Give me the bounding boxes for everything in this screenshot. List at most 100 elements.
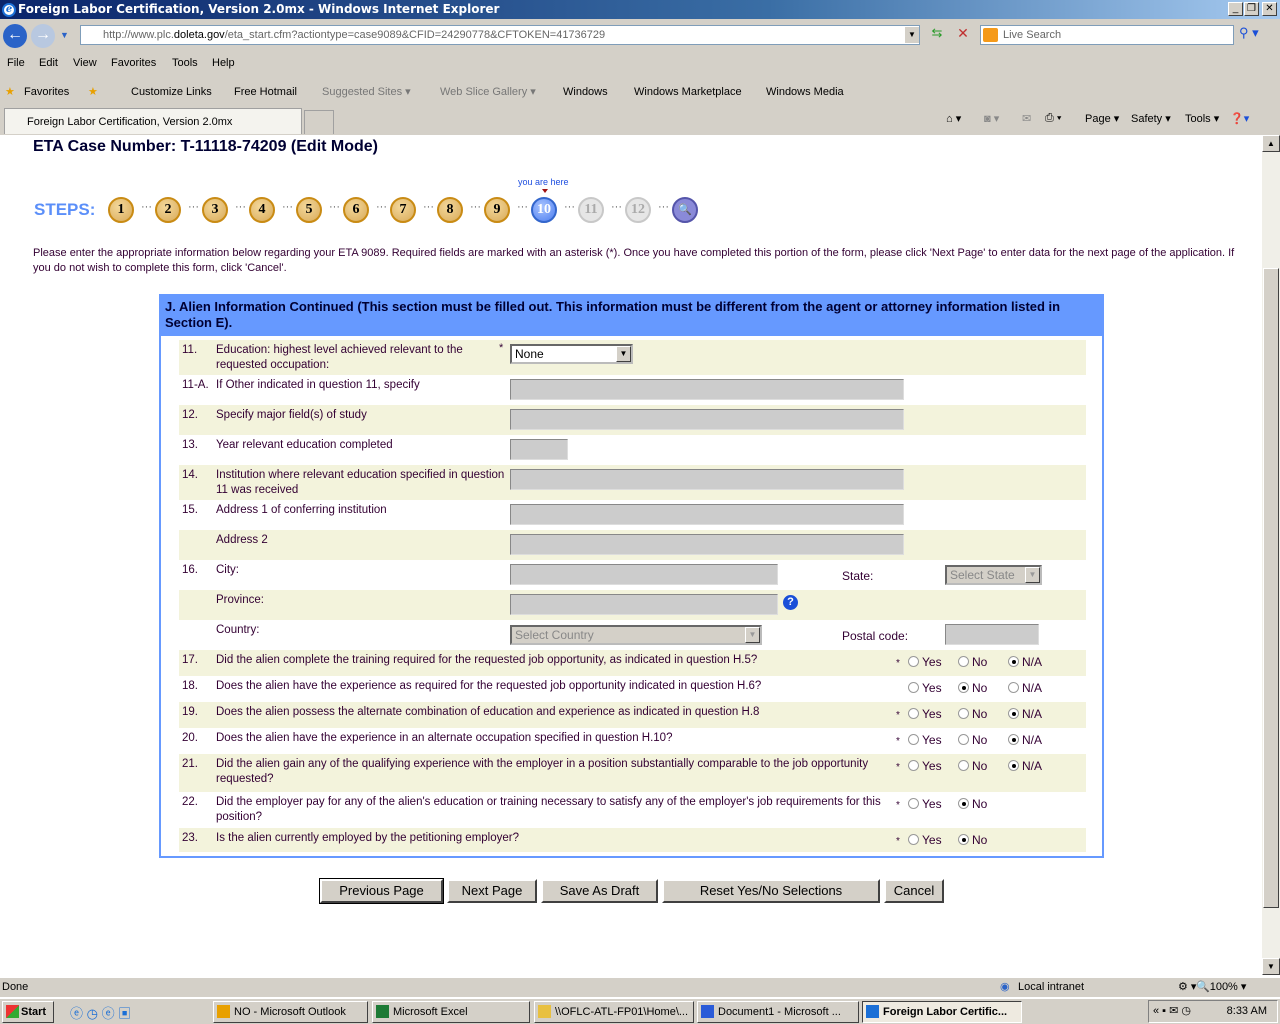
radio-no[interactable]: No [958,655,1008,669]
quick-launch-icons[interactable]: ⓔ ◷ ⓔ ▣ [70,1003,131,1022]
radio-button[interactable] [958,798,969,809]
address-2-input[interactable] [510,534,904,555]
link-windows-marketplace[interactable]: Windows Marketplace [634,85,742,99]
radio-yes[interactable]: Yes [908,655,958,669]
radio-no[interactable]: No [958,797,1008,811]
step-7[interactable]: 7 [390,197,416,223]
state-select[interactable]: Select State ▼ [945,565,1042,585]
tools-menu[interactable]: Tools ▾ [1185,112,1219,125]
feeds-icon[interactable]: ◙ ▾ [984,112,999,125]
radio-button[interactable] [908,682,919,693]
radio-button[interactable] [908,798,919,809]
search-button[interactable]: ⚲ ▾ [1239,25,1273,45]
if-other-indicated-input[interactable] [510,379,904,400]
radio-button[interactable] [908,834,919,845]
step-9[interactable]: 9 [484,197,510,223]
year-input[interactable] [510,439,568,460]
tab-foreign-labor[interactable]: Foreign Labor Certification, Version 2.0… [4,108,302,134]
menu-file[interactable]: File [7,57,25,69]
city-input[interactable] [510,564,778,585]
taskbar-item[interactable]: Document1 - Microsoft ... [697,1001,859,1023]
scroll-down-arrow[interactable]: ▼ [1262,958,1280,975]
refresh-button[interactable]: ⇆ [927,25,947,45]
save-as-draft-button[interactable]: Save As Draft [541,879,658,903]
radio-yes[interactable]: Yes [908,733,958,747]
step-6[interactable]: 6 [343,197,369,223]
radio-button[interactable] [1008,734,1019,745]
reset-selections-button[interactable]: Reset Yes/No Selections [662,879,880,903]
new-tab-button[interactable] [304,110,334,134]
taskbar-item[interactable]: \\OFLC-ATL-FP01\Home\... [534,1001,694,1023]
radio-button[interactable] [908,760,919,771]
radio-yes[interactable]: Yes [908,707,958,721]
address-bar[interactable]: http://www.plc.doleta.gov/eta_start.cfm?… [80,25,920,45]
radio-button[interactable] [1008,656,1019,667]
radio-na[interactable]: N/A [1008,655,1048,669]
favorites-button[interactable]: Favorites [24,85,69,99]
forward-button[interactable]: → [31,24,55,48]
radio-button[interactable] [908,734,919,745]
help-icon[interactable]: ? [783,595,798,610]
radio-na[interactable]: N/A [1008,681,1048,695]
add-favorite-icon[interactable]: ★ [88,85,98,99]
country-select[interactable]: Select Country ▼ [510,625,762,645]
address-dropdown[interactable]: ▼ [905,27,919,43]
province-input[interactable] [510,594,778,615]
radio-no[interactable]: No [958,681,1008,695]
step-review-icon[interactable]: 🔍 [672,197,698,223]
previous-page-button[interactable]: Previous Page [319,878,444,904]
link-suggested-sites[interactable]: Suggested Sites ▾ [322,85,411,99]
help-icon[interactable]: ❓▾ [1230,112,1249,125]
home-icon[interactable]: ⌂ ▾ [946,112,961,125]
radio-button[interactable] [958,734,969,745]
step-1[interactable]: 1 [108,197,134,223]
step-3[interactable]: 3 [202,197,228,223]
radio-button[interactable] [1008,760,1019,771]
page-menu[interactable]: Page ▾ [1085,112,1119,125]
start-button[interactable]: Start [2,1001,54,1023]
chevron-down-icon[interactable]: ▼ [1025,567,1040,583]
link-windows[interactable]: Windows [563,85,608,99]
radio-yes[interactable]: Yes [908,797,958,811]
specify-major-fields-input[interactable] [510,409,904,430]
scroll-up-arrow[interactable]: ▲ [1262,135,1280,152]
menu-favorites[interactable]: Favorites [111,57,156,69]
radio-yes[interactable]: Yes [908,833,958,847]
chevron-down-icon[interactable]: ▼ [745,627,760,643]
education-select[interactable]: None ▼ [510,344,633,364]
cancel-button[interactable]: Cancel [884,879,944,903]
taskbar-item[interactable]: NO - Microsoft Outlook [213,1001,368,1023]
protected-mode-icon[interactable]: ⚙ ▾ [1178,978,1196,997]
link-windows-media[interactable]: Windows Media [766,85,844,99]
radio-button[interactable] [1008,708,1019,719]
history-dropdown[interactable]: ▼ [60,30,69,40]
radio-no[interactable]: No [958,833,1008,847]
next-page-button[interactable]: Next Page [447,879,537,903]
radio-button[interactable] [908,656,919,667]
safety-menu[interactable]: Safety ▾ [1131,112,1171,125]
menu-view[interactable]: View [73,57,97,69]
institution-where-relevant-input[interactable] [510,469,904,490]
radio-button[interactable] [1008,682,1019,693]
tray-icons[interactable]: « ▪ ✉ ◷ [1149,1005,1191,1017]
radio-button[interactable] [958,760,969,771]
menu-edit[interactable]: Edit [39,57,58,69]
link-free-hotmail[interactable]: Free Hotmail [234,85,297,99]
taskbar-item[interactable]: Foreign Labor Certific... [862,1001,1022,1023]
step-5[interactable]: 5 [296,197,322,223]
radio-button[interactable] [958,682,969,693]
taskbar-item[interactable]: Microsoft Excel [372,1001,530,1023]
chevron-down-icon[interactable]: ▼ [616,346,631,362]
step-2[interactable]: 2 [155,197,181,223]
step-10[interactable]: 10 [531,197,557,223]
minimize-button[interactable]: _ [1228,2,1243,16]
radio-button[interactable] [958,708,969,719]
radio-button[interactable] [958,834,969,845]
menu-help[interactable]: Help [212,57,235,69]
radio-yes[interactable]: Yes [908,759,958,773]
step-8[interactable]: 8 [437,197,463,223]
radio-na[interactable]: N/A [1008,733,1048,747]
print-icon[interactable]: ⎙ ▾ [1045,112,1061,125]
address-1-of-input[interactable] [510,504,904,525]
close-window-button[interactable]: ✕ [1262,2,1277,16]
